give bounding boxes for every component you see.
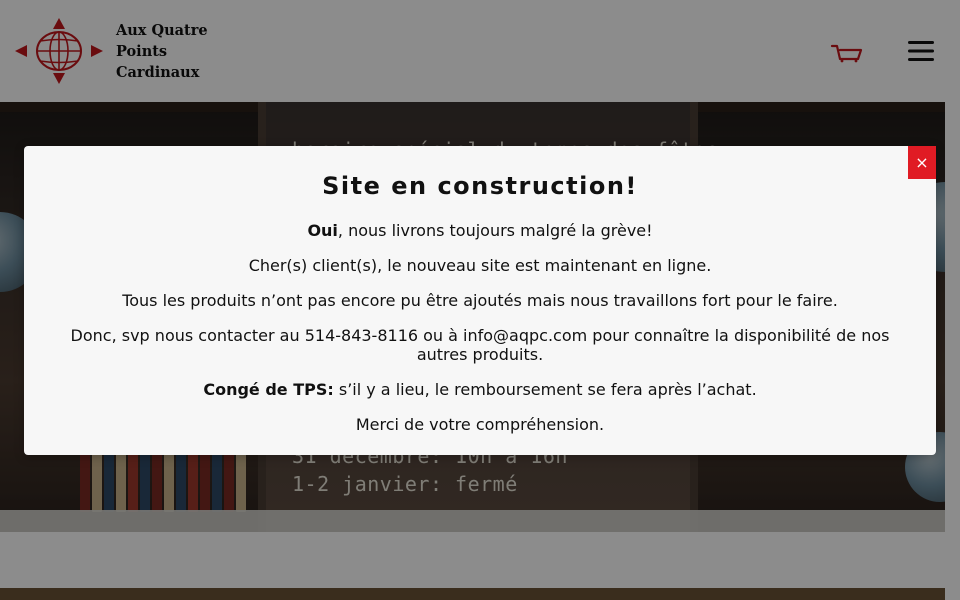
modal-paragraph-new-site: Cher(s) client(s), le nouveau site est m… <box>248 256 712 275</box>
modal-paragraph-tax: Congé de TPS: s’il y a lieu, le rembours… <box>24 380 936 399</box>
modal-paragraph-thanks: Merci de votre compréhension. <box>355 415 605 434</box>
modal-paragraph-delivery: Oui, nous livrons toujours malgré la grè… <box>24 221 936 240</box>
modal-paragraph-products: Tous les produits n’ont pas encore pu êt… <box>122 291 838 310</box>
modal-close-button[interactable]: × <box>908 146 936 179</box>
modal-delivery-emphasis: Oui <box>307 221 338 240</box>
modal-title: Site en construction! <box>322 172 638 200</box>
modal-delivery-text: , nous livrons toujours malgré la grève! <box>337 221 653 240</box>
modal-paragraph-contact: Donc, svp nous contacter au 514-843-8116… <box>70 326 890 364</box>
modal-tax-emphasis: Congé de TPS: <box>203 380 334 399</box>
announcement-modal: × Site en construction! Oui, nous livron… <box>24 146 936 455</box>
modal-tax-text: s’il y a lieu, le remboursement se fera … <box>333 380 757 399</box>
